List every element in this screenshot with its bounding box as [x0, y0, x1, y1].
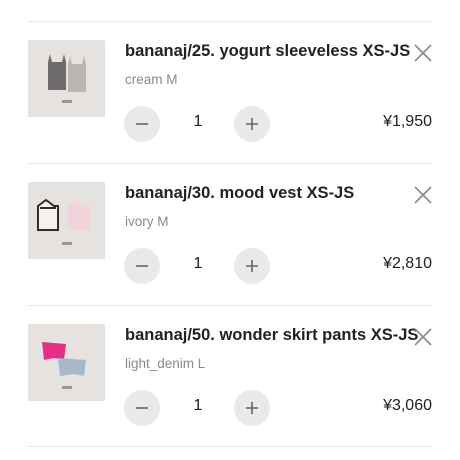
- quantity-value: 1: [193, 113, 203, 130]
- product-thumbnail[interactable]: [28, 324, 105, 401]
- cart-item: bananaj/30. mood vest XS-JS ivory M 1 ¥2…: [0, 164, 460, 305]
- close-icon[interactable]: [412, 326, 434, 348]
- increase-quantity-button[interactable]: [234, 248, 270, 284]
- decrease-quantity-button[interactable]: [124, 106, 160, 142]
- plus-icon: [246, 402, 258, 414]
- product-thumbnail[interactable]: [28, 40, 105, 117]
- close-icon[interactable]: [412, 184, 434, 206]
- cart-item: bananaj/25. yogurt sleeveless XS-JS crea…: [0, 22, 460, 163]
- item-price: ¥2,810: [383, 255, 432, 272]
- product-title[interactable]: bananaj/50. wonder skirt pants XS-JS: [125, 326, 418, 345]
- bottom-divider: [28, 446, 432, 447]
- decrease-quantity-button[interactable]: [124, 390, 160, 426]
- cart-item: bananaj/50. wonder skirt pants XS-JS lig…: [0, 306, 460, 447]
- plus-icon: [246, 260, 258, 272]
- item-price: ¥3,060: [383, 397, 432, 414]
- product-title[interactable]: bananaj/25. yogurt sleeveless XS-JS: [125, 42, 410, 61]
- item-price: ¥1,950: [383, 113, 432, 130]
- minus-icon: [136, 123, 148, 125]
- increase-quantity-button[interactable]: [234, 390, 270, 426]
- quantity-value: 1: [193, 255, 203, 272]
- product-title[interactable]: bananaj/30. mood vest XS-JS: [125, 184, 405, 203]
- product-thumbnail[interactable]: [28, 182, 105, 259]
- product-variant: cream M: [125, 72, 178, 87]
- product-variant: ivory M: [125, 214, 169, 229]
- minus-icon: [136, 265, 148, 267]
- quantity-value: 1: [193, 397, 203, 414]
- plus-icon: [246, 118, 258, 130]
- product-variant: light_denim L: [125, 356, 206, 371]
- close-icon[interactable]: [412, 42, 434, 64]
- increase-quantity-button[interactable]: [234, 106, 270, 142]
- minus-icon: [136, 407, 148, 409]
- decrease-quantity-button[interactable]: [124, 248, 160, 284]
